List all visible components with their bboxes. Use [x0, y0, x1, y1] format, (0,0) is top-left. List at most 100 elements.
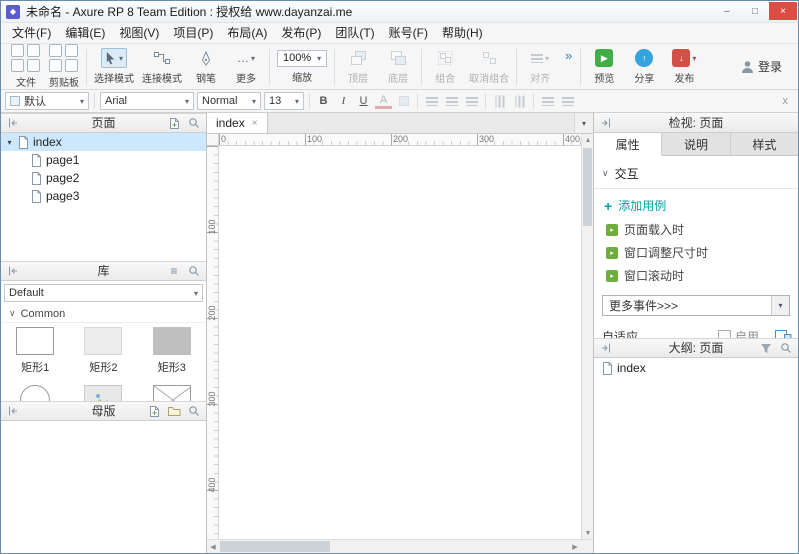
- library-item-rect2[interactable]: 矩形2: [69, 323, 137, 381]
- page-tree-item-index[interactable]: ▾ index: [1, 133, 206, 151]
- scroll-right-icon[interactable]: ▶: [569, 541, 581, 553]
- page-tree-item-page2[interactable]: page2: [1, 169, 206, 187]
- outline-item-index[interactable]: index: [594, 359, 798, 377]
- bold-button[interactable]: B: [315, 92, 332, 110]
- library-item-rect1[interactable]: 矩形1: [1, 323, 69, 381]
- page-tree-item-page1[interactable]: page1: [1, 151, 206, 169]
- underline-button[interactable]: U: [355, 92, 372, 110]
- cut-icon[interactable]: [65, 44, 78, 57]
- adaptive-views-icon[interactable]: [775, 330, 792, 338]
- connect-mode-button[interactable]: 连接模式: [138, 46, 186, 88]
- save-file-icon[interactable]: [11, 59, 24, 72]
- library-select-value: Default: [9, 287, 44, 299]
- library-select[interactable]: Default ▾: [4, 284, 203, 302]
- search-icon[interactable]: [186, 263, 202, 279]
- enable-adaptive-checkbox[interactable]: [718, 330, 731, 338]
- align-top-button[interactable]: [491, 92, 508, 110]
- tab-properties[interactable]: 属性: [594, 133, 662, 156]
- align-right-button[interactable]: [463, 92, 480, 110]
- format-painter-icon[interactable]: [65, 59, 78, 72]
- open-file-icon[interactable]: [27, 44, 40, 57]
- align-button[interactable]: ▾ 对齐: [520, 46, 560, 88]
- font-family-select[interactable]: Arial ▾: [100, 92, 194, 110]
- publish-button[interactable]: ↓ ▾ 发布: [664, 46, 704, 88]
- search-icon[interactable]: [186, 115, 202, 131]
- vertical-scrollbar[interactable]: ▲ ▼: [581, 134, 593, 539]
- design-canvas[interactable]: [219, 146, 581, 539]
- add-case-link[interactable]: + 添加用例: [594, 189, 798, 218]
- event-window-scroll[interactable]: ▸ 窗口滚动时: [594, 264, 798, 287]
- menu-arrange[interactable]: 布局(A): [220, 23, 274, 44]
- search-icon[interactable]: [778, 340, 794, 356]
- interaction-section-header[interactable]: ∨ 交互: [594, 156, 798, 189]
- menu-help[interactable]: 帮助(H): [435, 23, 490, 44]
- menu-view[interactable]: 视图(V): [112, 23, 166, 44]
- paste-icon[interactable]: [49, 44, 62, 57]
- library-item-image[interactable]: [69, 381, 137, 403]
- ungroup-button[interactable]: 取消组合: [465, 46, 513, 88]
- page-tree-item-page3[interactable]: page3: [1, 187, 206, 205]
- collapse-panel-icon[interactable]: [5, 115, 21, 131]
- preview-button[interactable]: ▶ 预览: [584, 46, 624, 88]
- horizontal-scroll-thumb[interactable]: [220, 541, 330, 552]
- send-to-back-button[interactable]: 底层: [378, 46, 418, 88]
- library-menu-icon[interactable]: ≡: [166, 263, 182, 279]
- font-color-button[interactable]: A: [375, 94, 392, 109]
- tab-index[interactable]: index ×: [207, 113, 268, 133]
- scroll-left-icon[interactable]: ◀: [207, 541, 219, 553]
- login-button[interactable]: 登录: [741, 58, 792, 75]
- font-weight-select[interactable]: Normal ▾: [197, 92, 261, 110]
- collapse-panel-icon[interactable]: [5, 263, 21, 279]
- menu-publish[interactable]: 发布(P): [274, 23, 328, 44]
- vertical-scroll-thumb[interactable]: [583, 148, 592, 226]
- library-item-placeholder[interactable]: [138, 381, 206, 403]
- pen-tool-button[interactable]: 钢笔: [186, 46, 226, 88]
- add-folder-icon[interactable]: [166, 403, 182, 419]
- font-size-select[interactable]: 13 ▾: [264, 92, 304, 110]
- menu-team[interactable]: 团队(T): [328, 23, 381, 44]
- menu-edit[interactable]: 编辑(E): [58, 23, 112, 44]
- event-window-resize[interactable]: ▸ 窗口调整尺寸时: [594, 241, 798, 264]
- align-center-button[interactable]: [443, 92, 460, 110]
- more-events-select[interactable]: 更多事件>>> ▾: [602, 295, 790, 316]
- align-middle-button[interactable]: [511, 92, 528, 110]
- style-preset-select[interactable]: 默认 ▾: [5, 92, 89, 110]
- align-left-button[interactable]: [423, 92, 440, 110]
- new-file-icon[interactable]: [11, 44, 24, 57]
- collapse-panel-icon[interactable]: [598, 340, 614, 356]
- bring-to-front-button[interactable]: 顶层: [338, 46, 378, 88]
- tab-close-icon[interactable]: ×: [252, 118, 258, 129]
- select-mode-button[interactable]: ▾ 选择模式: [90, 46, 138, 88]
- library-section-common[interactable]: ∨ Common: [1, 305, 206, 323]
- group-button[interactable]: 组合: [425, 46, 465, 88]
- toolbar-overflow-button[interactable]: »: [560, 48, 577, 63]
- indent-button[interactable]: [559, 92, 576, 110]
- horizontal-scrollbar[interactable]: ◀ ▶: [207, 539, 581, 553]
- maximize-button[interactable]: □: [741, 2, 769, 20]
- add-page-icon[interactable]: [166, 115, 182, 131]
- share-button[interactable]: ↑ 分享: [624, 46, 664, 88]
- tab-notes[interactable]: 说明: [662, 133, 730, 155]
- italic-button[interactable]: I: [335, 92, 352, 110]
- filter-icon[interactable]: [758, 340, 774, 356]
- menu-project[interactable]: 项目(P): [166, 23, 220, 44]
- search-icon[interactable]: [186, 403, 202, 419]
- more-tools-button[interactable]: … ▾ 更多: [226, 46, 266, 88]
- library-item-rect3[interactable]: 矩形3: [138, 323, 206, 381]
- menu-account[interactable]: 账号(F): [382, 23, 435, 44]
- close-button[interactable]: ×: [769, 2, 797, 20]
- menu-file[interactable]: 文件(F): [5, 23, 58, 44]
- collapse-panel-icon[interactable]: [598, 115, 614, 131]
- library-item-ellipse[interactable]: [1, 381, 69, 403]
- event-page-load[interactable]: ▸ 页面载入时: [594, 218, 798, 241]
- print-icon[interactable]: [27, 59, 40, 72]
- copy-icon[interactable]: [49, 59, 62, 72]
- fill-color-button[interactable]: [395, 92, 412, 110]
- bullet-list-button[interactable]: [539, 92, 556, 110]
- minimize-button[interactable]: –: [713, 2, 741, 20]
- tab-style[interactable]: 样式: [731, 133, 798, 155]
- tab-list-dropdown[interactable]: ▾: [574, 113, 593, 133]
- expand-arrow-icon[interactable]: ▾: [5, 138, 14, 147]
- zoom-select[interactable]: 100% ▾: [277, 50, 327, 67]
- collapse-panel-icon[interactable]: [5, 403, 21, 419]
